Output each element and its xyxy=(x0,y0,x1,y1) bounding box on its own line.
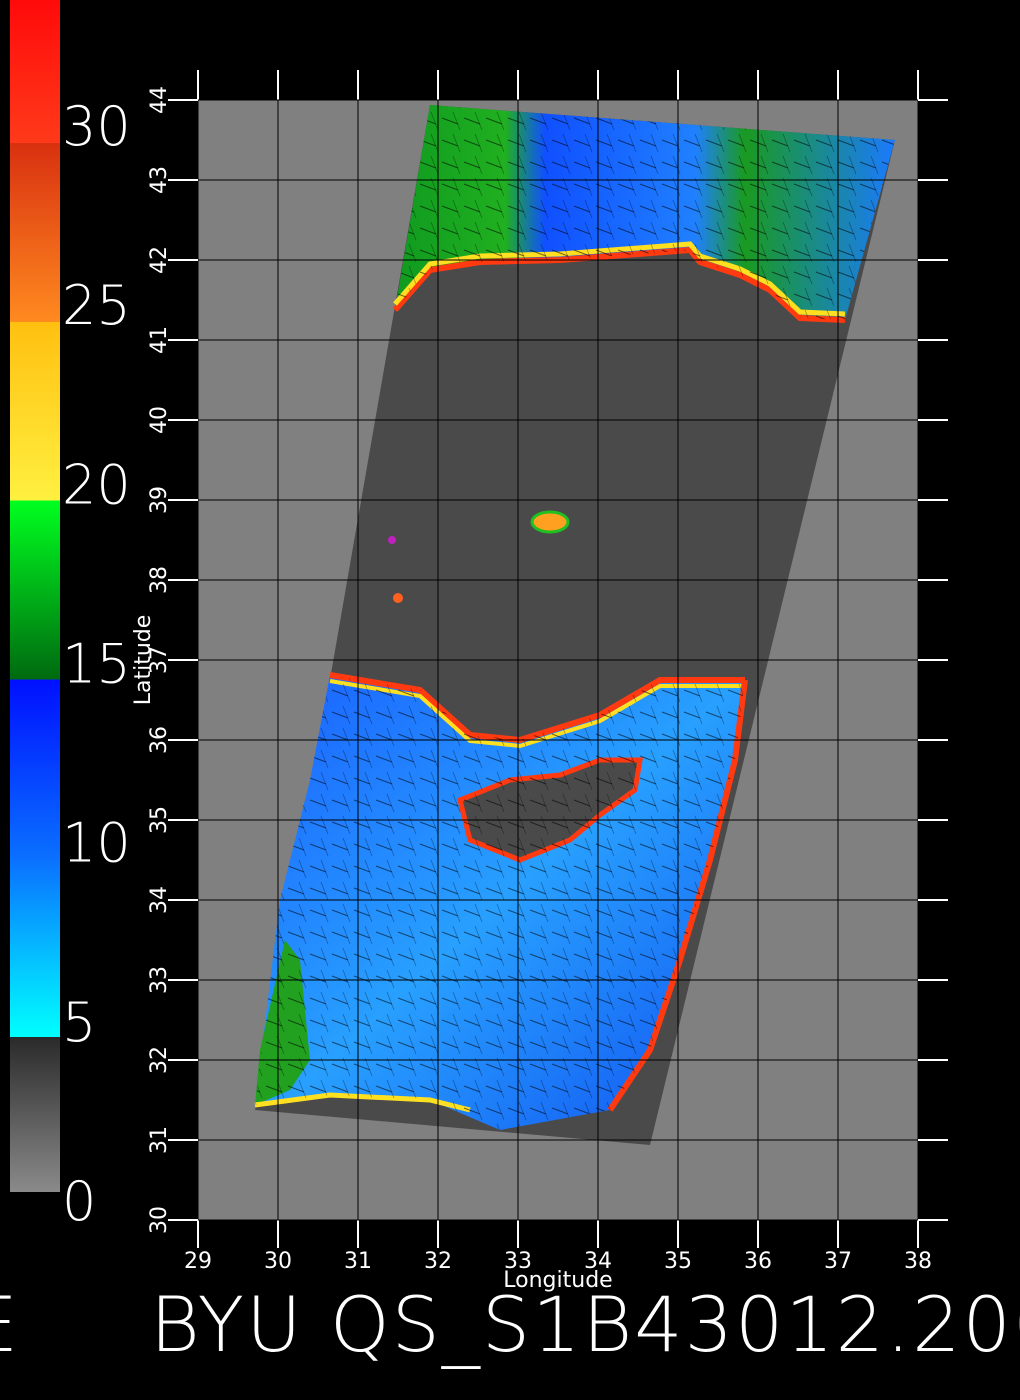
colorbar-swatch xyxy=(10,0,60,1192)
lat-tick-label: 42 xyxy=(147,246,172,274)
colorbar-tick-label: 25 xyxy=(62,274,131,337)
lon-tick-label: 31 xyxy=(344,1249,372,1274)
colorbar-tick-label: 30 xyxy=(62,95,131,158)
lon-tick-label: 32 xyxy=(424,1249,452,1274)
y-axis-label: Latitude xyxy=(131,615,156,706)
lat-tick-label: 36 xyxy=(147,726,172,754)
colorbar-labels: 30 25 20 15 10 5 0 xyxy=(62,95,131,1233)
lat-tick-label: 32 xyxy=(147,1046,172,1074)
lon-tick-label: 36 xyxy=(744,1249,772,1274)
colorbar-tick-label: 20 xyxy=(62,453,131,516)
wind-map-figure: 30 25 20 15 10 5 0 29 30 31 32 33 34 35 36 37 … xyxy=(10,0,948,1293)
lat-tick-label: 41 xyxy=(147,326,172,354)
lat-tick-label: 40 xyxy=(147,406,172,434)
lat-tick-label: 31 xyxy=(147,1126,172,1154)
lon-tick-label: 29 xyxy=(184,1249,212,1274)
colorbar-tick-label: 5 xyxy=(62,991,96,1054)
lon-tick-label: 30 xyxy=(264,1249,292,1274)
lon-tick-label: 38 xyxy=(904,1249,932,1274)
lat-tick-label: 43 xyxy=(147,166,172,194)
lake-small-southwest xyxy=(393,593,403,603)
title-prefix: E xyxy=(0,1280,20,1369)
lon-tick-label: 35 xyxy=(664,1249,692,1274)
lat-tick-label: 38 xyxy=(147,566,172,594)
figure-title: E BYU QS_S1B43012.200 xyxy=(0,1280,1020,1390)
lat-tick-label: 39 xyxy=(147,486,172,514)
lat-tick-label: 44 xyxy=(147,86,172,114)
lon-tick-label: 37 xyxy=(824,1249,852,1274)
colorbar-tick-label: 10 xyxy=(62,812,131,875)
colorbar-tick-label: 15 xyxy=(62,633,131,696)
lake-small-west xyxy=(388,536,396,544)
lat-tick-label: 34 xyxy=(147,886,172,914)
lat-tick-label: 35 xyxy=(147,806,172,834)
colorbar: 30 25 20 15 10 5 0 xyxy=(10,0,131,1233)
lat-tick-label: 33 xyxy=(147,966,172,994)
colorbar-tick-label: 0 xyxy=(62,1170,96,1233)
title-text: BYU QS_S1B43012.200 xyxy=(150,1280,1020,1369)
lake-tuz xyxy=(530,510,570,534)
map-plot: 29 30 31 32 33 34 35 36 37 38 3031323334353637383… xyxy=(131,70,948,1293)
lat-tick-label: 30 xyxy=(147,1206,172,1234)
